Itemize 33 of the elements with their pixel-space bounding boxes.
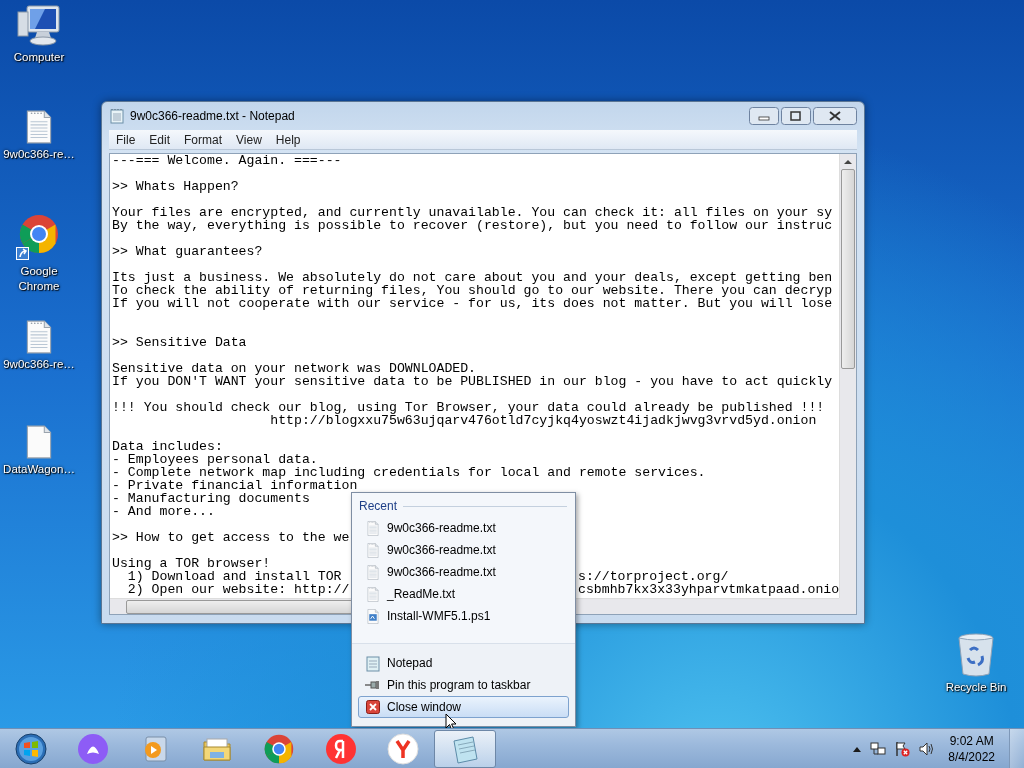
text-line: >> What guarantees? — [112, 244, 263, 259]
text-line: If you DON'T WANT your sensitive data to be PUBLISHED in our blog - you have to act quickly — [112, 374, 833, 389]
text-line: Your files are encrypted, and currently unavailable. You can check it: all files on your sy — [112, 205, 833, 220]
text-line: Sensitive data on your network was DOWNLOADED. — [112, 361, 477, 376]
window-title: 9w0c366-readme.txt - Notepad — [130, 109, 296, 123]
icon-label: DataWagon… — [2, 462, 76, 477]
icon-label: Recycle Bin — [944, 680, 1008, 695]
text-line: - And more... — [112, 504, 215, 519]
text-line: !!! You should check our blog, using Tor Browser, your data could already be published !!! — [112, 400, 825, 415]
icon-label: Google Chrome — [17, 264, 61, 294]
text-line: - Private financial information — [112, 478, 358, 493]
icon-label: Computer — [12, 50, 66, 65]
text-line: Data includes: — [112, 439, 223, 454]
icon-label: 9w0c366-re… — [2, 147, 76, 162]
text-line: Its just a business. We absolutely do not care about you and your deals, except getting ben — [112, 270, 833, 285]
section-header: Recent — [359, 499, 398, 513]
text-line: - Complete network map including credentials for local and remote services. — [112, 465, 706, 480]
text-line: 2) Open our website: http:// — [126, 582, 350, 597]
text-line: 1) Download and install TOR — [127, 569, 342, 584]
text-line: - Employees personal data. — [112, 452, 318, 467]
text-line: s://torproject.org/ — [578, 570, 729, 583]
text-line: >> How to get access to the we — [112, 530, 350, 545]
text-line: To check the ability of returning files, You should go to our website. There you can decryp — [112, 283, 833, 298]
text-line: http://blogxxu75w63ujqarv476otld7cyjkq4yoswzt4ijadkjwvg3vrvd5yd.onion — [269, 413, 817, 428]
text-line: - Manufacturing documents — [112, 491, 310, 506]
text-line: Using a TOR browser! — [112, 556, 271, 571]
text-line: >> Sensitive Data — [112, 335, 247, 350]
icon-label: 9w0c366-re… — [2, 357, 76, 372]
text-line: >> Whats Happen? — [112, 179, 239, 194]
text-line: ---=== Welcome. Again. ===--- — [112, 154, 342, 168]
text-line: csbmhb7kx3x33yhparvtmkatpaad.onio — [578, 583, 839, 596]
text-line: If you will not cooperate with our service - for us, its does not matter. But you will lose — [112, 296, 833, 311]
text-line: By the way, everything is possible to recover (restore), but you need to follow our instruc — [112, 218, 833, 233]
